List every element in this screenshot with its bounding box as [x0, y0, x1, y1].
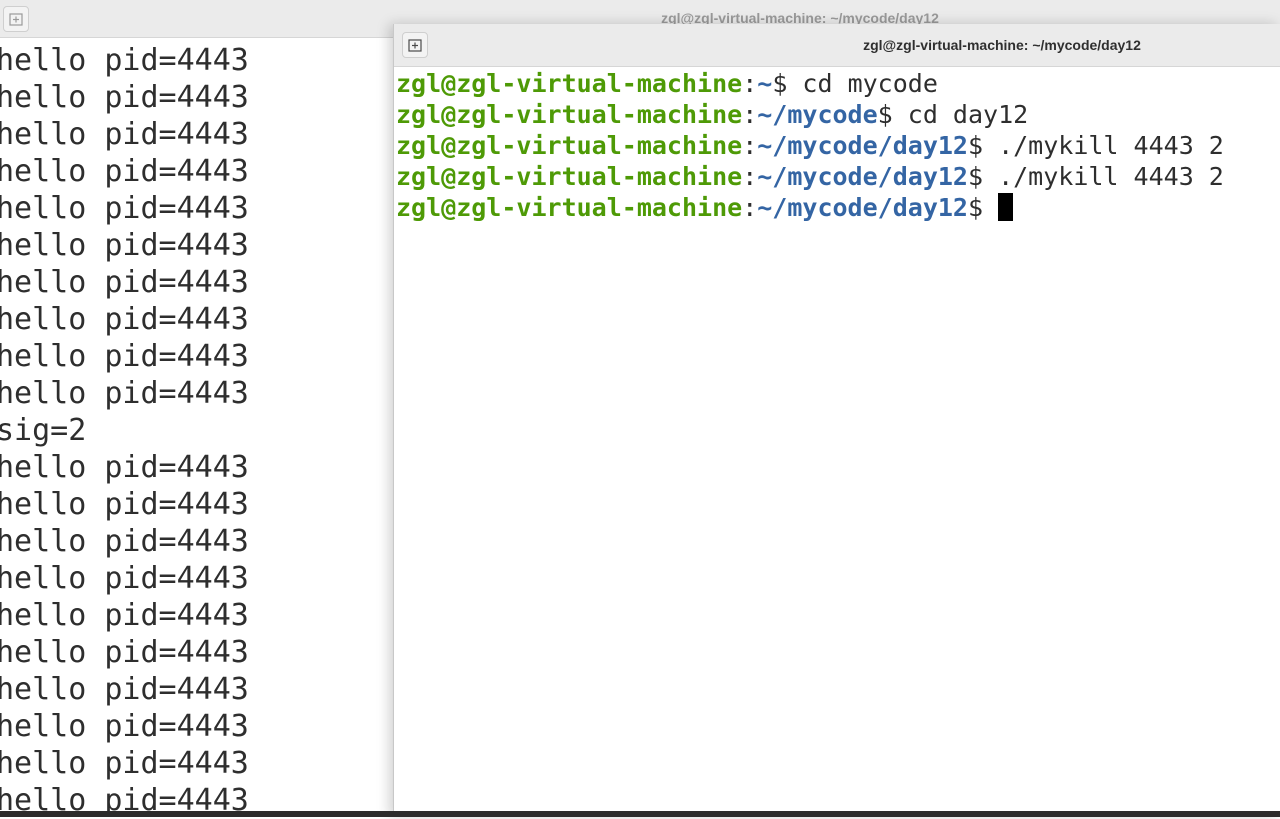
prompt-symbol: $: [877, 100, 908, 129]
prompt-user-host: zgl@zgl-virtual-machine: [396, 100, 743, 129]
prompt-separator: :: [742, 162, 758, 191]
prompt-line: zgl@zgl-virtual-machine:~/mycode/day12$: [396, 192, 1224, 223]
prompt-line: zgl@zgl-virtual-machine:~/mycode$ cd day…: [396, 99, 1224, 130]
prompt-path: ~/mycode/day12: [757, 193, 968, 222]
prompt-user-host: zgl@zgl-virtual-machine: [396, 131, 743, 160]
output-line: sig=2: [0, 413, 87, 448]
prompt-symbol: $: [967, 131, 999, 160]
prompt-separator: :: [742, 69, 758, 98]
prompt-symbol: $: [967, 162, 999, 191]
output-line: hello pid=4443: [0, 487, 249, 522]
prompt-line: zgl@zgl-virtual-machine:~/mycode/day12$ …: [396, 130, 1224, 161]
command-text: cd mycode: [802, 69, 938, 98]
output-line: hello pid=4443: [0, 450, 249, 485]
front-terminal-titlebar[interactable]: zgl@zgl-virtual-machine: ~/mycode/day12: [394, 24, 1280, 67]
front-terminal-window[interactable]: zgl@zgl-virtual-machine: ~/mycode/day12 …: [393, 24, 1280, 817]
prompt-user-host: zgl@zgl-virtual-machine: [396, 193, 743, 222]
front-window-title: zgl@zgl-virtual-machine: ~/mycode/day12: [863, 37, 1141, 53]
output-line: hello pid=4443: [0, 302, 249, 337]
output-line: hello pid=4443: [0, 117, 249, 152]
output-line: hello pid=4443: [0, 154, 249, 189]
front-terminal-body[interactable]: zgl@zgl-virtual-machine:~$ cd mycode zgl@…: [396, 68, 1224, 223]
output-line: hello pid=4443: [0, 635, 249, 670]
output-line: hello pid=4443: [0, 746, 249, 781]
output-line: hello pid=4443: [0, 598, 249, 633]
prompt-path: ~/mycode: [757, 100, 878, 129]
prompt-separator: :: [742, 193, 758, 222]
command-text: cd day12: [907, 100, 1029, 129]
prompt-separator: :: [742, 100, 758, 129]
taskbar-edge: [0, 811, 1280, 817]
output-line: hello pid=4443: [0, 672, 249, 707]
prompt-path: ~: [757, 69, 773, 98]
prompt-line: zgl@zgl-virtual-machine:~$ cd mycode: [396, 68, 1224, 99]
back-terminal-output[interactable]: hello pid=4443 hello pid=4443 hello pid=44…: [0, 42, 249, 819]
output-line: hello pid=4443: [0, 191, 249, 226]
prompt-symbol: $: [772, 69, 803, 98]
prompt-path: ~/mycode/day12: [757, 162, 968, 191]
prompt-user-host: zgl@zgl-virtual-machine: [396, 162, 743, 191]
output-line: hello pid=4443: [0, 709, 249, 744]
command-text: ./mykill 4443 2: [998, 131, 1224, 160]
output-line: hello pid=4443: [0, 339, 249, 374]
output-line: hello pid=4443: [0, 561, 249, 596]
prompt-separator: :: [742, 131, 758, 160]
text-cursor[interactable]: [998, 193, 1014, 221]
prompt-line: zgl@zgl-virtual-machine:~/mycode/day12$ …: [396, 161, 1224, 192]
prompt-user-host: zgl@zgl-virtual-machine: [396, 69, 743, 98]
prompt-path: ~/mycode/day12: [757, 131, 968, 160]
output-line: hello pid=4443: [0, 43, 249, 78]
output-line: hello pid=4443: [0, 524, 249, 559]
output-line: hello pid=4443: [0, 80, 249, 115]
output-line: hello pid=4443: [0, 265, 249, 300]
output-line: hello pid=4443: [0, 376, 249, 411]
prompt-symbol: $: [967, 193, 999, 222]
output-line: hello pid=4443: [0, 228, 249, 263]
command-text: ./mykill 4443 2: [998, 162, 1224, 191]
